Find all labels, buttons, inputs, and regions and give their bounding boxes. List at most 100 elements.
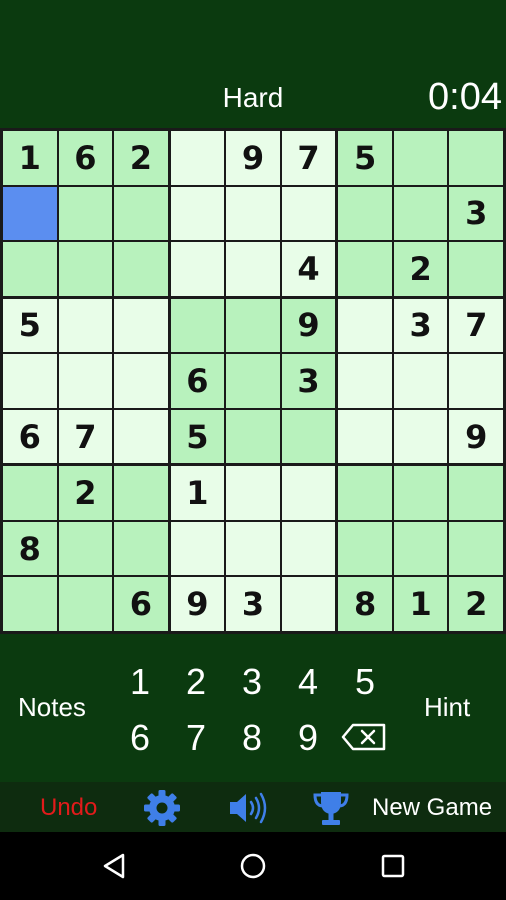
board-cell-r7-c4[interactable]: 1 xyxy=(170,466,225,520)
new-game-button[interactable]: New Game xyxy=(372,794,492,822)
nav-recents-button[interactable] xyxy=(380,853,406,884)
board-cell-r1-c1[interactable]: 1 xyxy=(3,131,57,185)
board-cell-r3-c3[interactable] xyxy=(114,242,168,296)
board-cell-r5-c1[interactable] xyxy=(3,354,57,408)
board-cell-r3-c6[interactable]: 4 xyxy=(281,242,336,296)
board-cell-r7-c1[interactable] xyxy=(3,466,57,520)
board-cell-r8-c7[interactable] xyxy=(338,521,392,576)
board-cell-r3-c9[interactable] xyxy=(449,242,503,296)
board-cell-r4-c1[interactable]: 5 xyxy=(3,298,57,353)
board-cell-r8-c8[interactable] xyxy=(393,521,448,576)
board-cell-r1-c4[interactable] xyxy=(170,131,225,185)
number-button-1[interactable]: 1 xyxy=(120,661,160,702)
board-cell-r2-c5[interactable] xyxy=(226,186,280,241)
board-cell-r2-c7[interactable] xyxy=(338,186,392,241)
leaderboard-button[interactable] xyxy=(311,789,351,832)
board-cell-r5-c7[interactable] xyxy=(338,354,392,408)
board-cell-r5-c8[interactable] xyxy=(393,354,448,408)
board-cell-r8-c2[interactable] xyxy=(58,521,113,576)
board-cell-r2-c3[interactable] xyxy=(114,186,168,241)
board-cell-r1-c6[interactable]: 7 xyxy=(281,131,336,185)
board-cell-r9-c1[interactable] xyxy=(3,577,57,631)
number-button-5[interactable]: 5 xyxy=(345,661,385,702)
board-cell-r2-c1[interactable] xyxy=(3,186,57,241)
board-cell-r1-c7[interactable]: 5 xyxy=(338,131,392,185)
number-button-4[interactable]: 4 xyxy=(288,661,328,702)
board-cell-r8-c6[interactable] xyxy=(281,521,336,576)
board-cell-r6-c7[interactable] xyxy=(338,409,392,464)
board-cell-r3-c8[interactable]: 2 xyxy=(393,242,448,296)
board-cell-r9-c8[interactable]: 1 xyxy=(393,577,448,631)
hint-button[interactable]: Hint xyxy=(424,692,470,723)
board-cell-r7-c5[interactable] xyxy=(226,466,280,520)
board-cell-r4-c6[interactable]: 9 xyxy=(281,298,336,353)
board-cell-r8-c4[interactable] xyxy=(170,521,225,576)
number-button-3[interactable]: 3 xyxy=(232,661,272,702)
board-cell-r3-c5[interactable] xyxy=(226,242,280,296)
board-cell-r3-c4[interactable] xyxy=(170,242,225,296)
board-cell-r3-c7[interactable] xyxy=(338,242,392,296)
nav-home-button[interactable] xyxy=(239,852,267,885)
board-cell-r3-c1[interactable] xyxy=(3,242,57,296)
board-cell-r8-c3[interactable] xyxy=(114,521,168,576)
board-cell-r1-c9[interactable] xyxy=(449,131,503,185)
board-cell-r6-c2[interactable]: 7 xyxy=(58,409,113,464)
board-cell-r5-c9[interactable] xyxy=(449,354,503,408)
board-cell-r7-c2[interactable]: 2 xyxy=(58,466,113,520)
number-button-2[interactable]: 2 xyxy=(176,661,216,702)
board-cell-r6-c4[interactable]: 5 xyxy=(170,409,225,464)
board-cell-r2-c6[interactable] xyxy=(281,186,336,241)
board-cell-r1-c8[interactable] xyxy=(393,131,448,185)
board-cell-r5-c6[interactable]: 3 xyxy=(281,354,336,408)
notes-button[interactable]: Notes xyxy=(18,692,86,723)
board-cell-r8-c9[interactable] xyxy=(449,521,503,576)
board-cell-r4-c5[interactable] xyxy=(226,298,280,353)
board-cell-r9-c5[interactable]: 3 xyxy=(226,577,280,631)
board-cell-r7-c9[interactable] xyxy=(449,466,503,520)
board-cell-r9-c6[interactable] xyxy=(281,577,336,631)
number-button-9[interactable]: 9 xyxy=(288,717,328,758)
board-cell-r4-c3[interactable] xyxy=(114,298,168,353)
board-cell-r2-c8[interactable] xyxy=(393,186,448,241)
board-cell-r6-c6[interactable] xyxy=(281,409,336,464)
board-cell-r7-c7[interactable] xyxy=(338,466,392,520)
board-cell-r5-c5[interactable] xyxy=(226,354,280,408)
board-cell-r5-c3[interactable] xyxy=(114,354,168,408)
board-cell-r5-c2[interactable] xyxy=(58,354,113,408)
board-cell-r4-c9[interactable]: 7 xyxy=(449,298,503,353)
board-cell-r7-c6[interactable] xyxy=(281,466,336,520)
board-cell-r6-c3[interactable] xyxy=(114,409,168,464)
board-cell-r9-c2[interactable] xyxy=(58,577,113,631)
number-button-8[interactable]: 8 xyxy=(232,717,272,758)
nav-back-button[interactable] xyxy=(101,852,127,885)
board-cell-r3-c2[interactable] xyxy=(58,242,113,296)
board-cell-r2-c4[interactable] xyxy=(170,186,225,241)
board-cell-r8-c5[interactable] xyxy=(226,521,280,576)
board-cell-r9-c9[interactable]: 2 xyxy=(449,577,503,631)
board-cell-r6-c1[interactable]: 6 xyxy=(3,409,57,464)
board-cell-r7-c3[interactable] xyxy=(114,466,168,520)
board-cell-r1-c2[interactable]: 6 xyxy=(58,131,113,185)
board-cell-r1-c5[interactable]: 9 xyxy=(226,131,280,185)
board-cell-r8-c1[interactable]: 8 xyxy=(3,521,57,576)
board-cell-r4-c8[interactable]: 3 xyxy=(393,298,448,353)
board-cell-r4-c4[interactable] xyxy=(170,298,225,353)
board-cell-r4-c2[interactable] xyxy=(58,298,113,353)
number-button-7[interactable]: 7 xyxy=(176,717,216,758)
board-cell-r2-c9[interactable]: 3 xyxy=(449,186,503,241)
board-cell-r5-c4[interactable]: 6 xyxy=(170,354,225,408)
undo-button[interactable]: Undo xyxy=(40,794,97,822)
board-cell-r9-c4[interactable]: 9 xyxy=(170,577,225,631)
board-cell-r4-c7[interactable] xyxy=(338,298,392,353)
number-button-6[interactable]: 6 xyxy=(120,717,160,758)
board-cell-r1-c3[interactable]: 2 xyxy=(114,131,168,185)
sound-button[interactable] xyxy=(228,791,268,830)
erase-button[interactable] xyxy=(341,722,387,752)
board-cell-r6-c8[interactable] xyxy=(393,409,448,464)
board-cell-r6-c9[interactable]: 9 xyxy=(449,409,503,464)
board-cell-r2-c2[interactable] xyxy=(58,186,113,241)
board-cell-r7-c8[interactable] xyxy=(393,466,448,520)
board-cell-r6-c5[interactable] xyxy=(226,409,280,464)
board-cell-r9-c7[interactable]: 8 xyxy=(338,577,392,631)
settings-button[interactable] xyxy=(143,789,181,832)
